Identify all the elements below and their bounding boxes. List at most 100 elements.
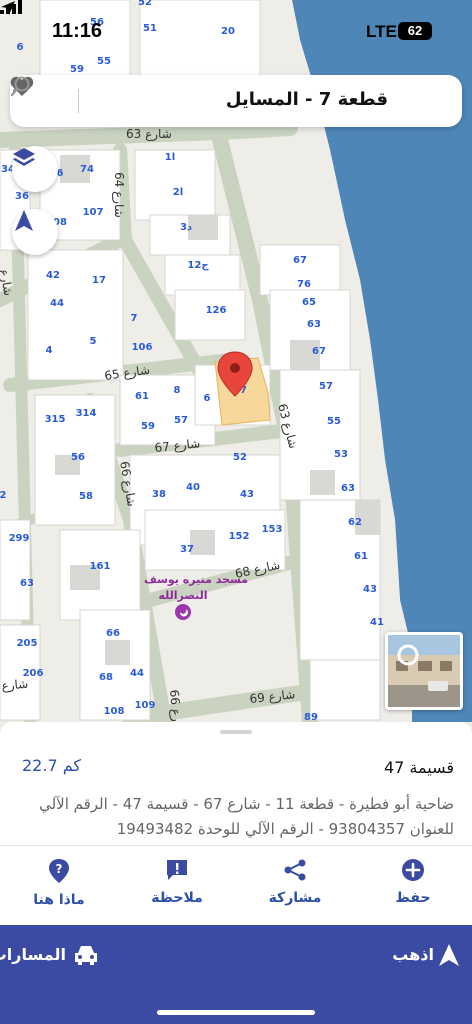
network-type: LTE: [366, 22, 397, 41]
sheet-divider: [0, 845, 472, 846]
plot-label: 5: [90, 336, 97, 347]
plot-label: 74: [80, 164, 94, 175]
plot-label: 67: [312, 346, 326, 357]
plot-label: 153: [262, 524, 283, 535]
plot-label: 126: [206, 305, 227, 316]
plot-label: 43: [240, 489, 254, 500]
plot-label: 57: [319, 381, 333, 392]
plot-label: 299: [9, 533, 30, 544]
svg-text:?: ?: [56, 862, 63, 876]
plot-label: 63: [307, 319, 321, 330]
plot-label: 161: [90, 561, 111, 572]
whats-here-label: ماذا هنا: [33, 892, 85, 908]
plot-label: 41: [370, 617, 384, 628]
plot-label: د3: [180, 222, 192, 233]
status-time: 11:16: [52, 20, 103, 42]
plot-label: 67: [293, 255, 307, 266]
plot-label: 42: [46, 270, 60, 281]
whats-here-button[interactable]: ? ماذا هنا: [14, 858, 104, 918]
plot-label: 76: [297, 279, 311, 290]
plot-label: 37: [180, 544, 194, 555]
save-button[interactable]: حفظ: [368, 858, 458, 918]
search-bar[interactable]: قطعة 7 - المسايل: [10, 75, 462, 127]
plot-label: 44: [50, 298, 64, 309]
plot-label: 52: [233, 452, 247, 463]
plot-label: 43: [363, 584, 377, 595]
plot-label: 107: [83, 207, 104, 218]
save-label: حفظ: [395, 890, 431, 906]
plot-label: 57: [174, 415, 188, 426]
plot-label: 59: [70, 64, 84, 75]
mosque-icon[interactable]: [175, 604, 191, 620]
search-icon[interactable]: [10, 75, 32, 97]
plot-label: 2: [0, 490, 7, 501]
plot-label: 63: [341, 483, 355, 494]
navigation-arrow-icon: [439, 944, 459, 966]
plot-label: 109: [135, 700, 156, 711]
plot-label: 58: [79, 491, 93, 502]
plot-label: 65: [302, 297, 316, 308]
navigation-arrow-icon: [15, 210, 33, 231]
plot-label: ج12: [187, 260, 209, 271]
note-icon: [167, 860, 187, 880]
share-icon: [284, 859, 306, 881]
plot-label: 68: [99, 672, 113, 683]
plot-label: 89: [304, 712, 318, 722]
place-distance: 22.7 كم: [22, 756, 81, 775]
plot-label: 152: [229, 531, 250, 542]
note-label: ملاحظة: [151, 890, 203, 906]
share-label: مشاركة: [268, 890, 322, 906]
street-label-64: شارع 64: [111, 172, 126, 218]
plot-label: 7: [131, 313, 138, 324]
layers-button[interactable]: [12, 146, 58, 192]
plot-label: 59: [141, 421, 155, 432]
plot-label: 55: [327, 416, 341, 427]
plus-circle-icon: [402, 859, 424, 881]
street-view-thumbnail[interactable]: [385, 632, 463, 710]
sheet-grabber[interactable]: [220, 730, 252, 734]
plot-label: 53: [334, 449, 348, 460]
search-divider: [78, 89, 79, 113]
plot-label: 66: [106, 628, 120, 639]
plot-label: 4: [46, 345, 53, 356]
share-button[interactable]: مشاركة: [250, 858, 340, 918]
plot-label: 62: [348, 517, 362, 528]
plot-label: 314: [76, 408, 97, 419]
poi-mosque-name-2[interactable]: النصرالله: [158, 589, 207, 602]
map-view[interactable]: شارع 63 شارع 64 شارع 65 شارع 67 شارع 63 …: [0, 0, 472, 722]
plot-label: 61: [135, 391, 149, 402]
question-pin-icon: ?: [49, 859, 69, 883]
street-label-63-top: شارع 63: [126, 127, 172, 142]
plot-label: 38: [152, 489, 166, 500]
place-address: ضاحية أبو فطيرة - قطعة 11 - شارع 67 - قس…: [39, 795, 454, 838]
plot-label: 63: [20, 578, 34, 589]
place-title: قسيمة 47: [383, 758, 454, 777]
plot-label: 6: [204, 393, 211, 404]
status-bar: 11:16 LTE 62: [0, 0, 472, 64]
plot-label: ا2: [173, 187, 183, 198]
plot-label: 61: [354, 551, 368, 562]
plot-label: 40: [186, 482, 200, 493]
car-icon: [75, 946, 97, 965]
plot-label: 17: [92, 275, 106, 286]
plot-label: ا1: [165, 152, 175, 163]
routes-label: المسارات: [0, 945, 66, 964]
battery-icon: 62: [398, 22, 432, 40]
plot-label: 56: [71, 452, 85, 463]
plot-label: 8: [174, 385, 181, 396]
plot-label: 206: [23, 668, 44, 679]
place-details-sheet[interactable]: قسيمة 47 22.7 كم ضاحية أبو فطيرة - قطعة …: [0, 722, 472, 1024]
go-label: اذهب: [392, 945, 434, 964]
search-query[interactable]: قطعة 7 - المسايل: [226, 89, 388, 110]
note-button[interactable]: ملاحظة: [132, 858, 222, 918]
plot-label: 44: [130, 668, 144, 679]
layers-icon: [13, 148, 35, 166]
plot-label: 315: [45, 414, 66, 425]
plot-label: 108: [104, 706, 125, 717]
street-view-image: [388, 635, 460, 707]
my-location-button[interactable]: [12, 209, 58, 255]
plot-label: 36: [15, 191, 29, 202]
poi-mosque-name-1[interactable]: مسجد منيره يوسف: [144, 573, 248, 586]
plot-label: 205: [17, 638, 38, 649]
home-indicator[interactable]: [157, 1010, 315, 1015]
